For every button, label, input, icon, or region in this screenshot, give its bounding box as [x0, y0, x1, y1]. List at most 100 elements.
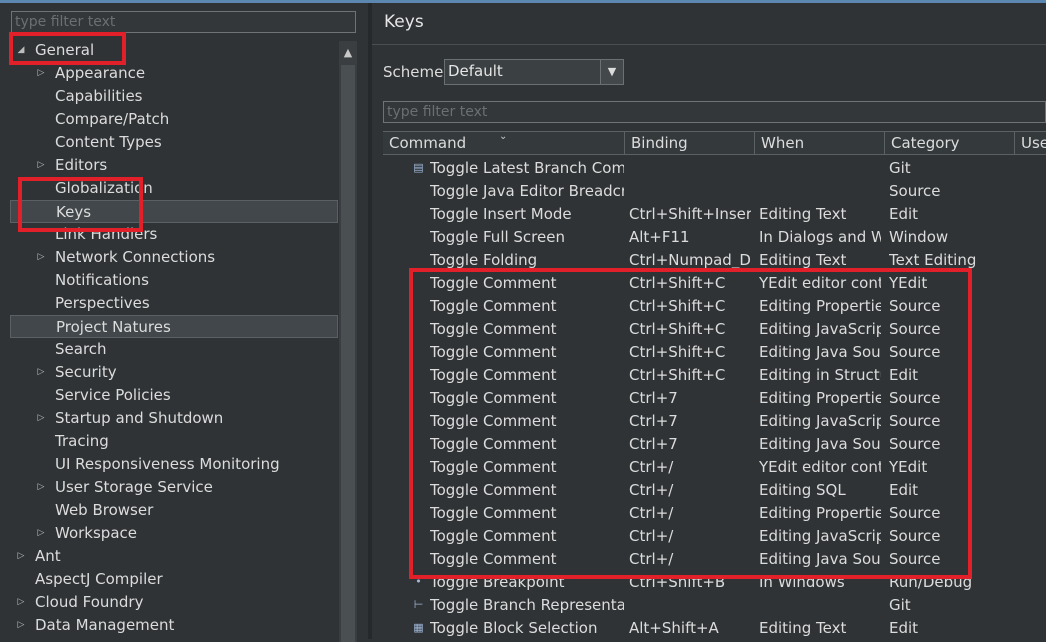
- tree-item-appearance[interactable]: ▷ Appearance: [10, 62, 338, 85]
- tree-item-network-connections[interactable]: ▷ Network Connections: [10, 246, 338, 269]
- chevron-down-icon[interactable]: ▼: [600, 60, 623, 84]
- cell-category: Source: [889, 504, 941, 522]
- tree-filter-input[interactable]: type filter text: [11, 11, 356, 33]
- cell-command: Toggle Folding: [430, 251, 538, 269]
- tree-item-content-types[interactable]: Content Types: [10, 131, 338, 154]
- column-header-binding[interactable]: Binding: [625, 132, 755, 154]
- collapsed-twisty-icon[interactable]: ▷: [16, 545, 26, 568]
- collapsed-twisty-icon[interactable]: ▷: [36, 407, 46, 430]
- tree-item-search[interactable]: Search: [10, 338, 338, 361]
- collapsed-twisty-icon[interactable]: ▷: [36, 361, 46, 384]
- table-row[interactable]: ▦ Toggle Block Selection Alt+Shift+A Editin…: [383, 617, 1046, 639]
- tree-item-label: Network Connections: [55, 248, 216, 266]
- collapsed-twisty-icon[interactable]: ▷: [16, 614, 26, 637]
- tree-item-label: Cloud Foundry: [35, 593, 144, 611]
- collapsed-twisty-icon[interactable]: ▷: [36, 246, 46, 269]
- table-row[interactable]: Toggle Comment Ctrl+/ YEdit editor context…: [383, 456, 1046, 479]
- cell-when: Editing Text: [759, 619, 847, 637]
- table-row[interactable]: Toggle Comment Ctrl+7 Editing Java Source S…: [383, 433, 1046, 456]
- tree-item-web-browser[interactable]: Web Browser: [10, 499, 338, 522]
- cell-command: Toggle Comment: [430, 297, 557, 315]
- collapsed-twisty-icon[interactable]: ▷: [16, 591, 26, 614]
- cell-binding: Alt+Shift+A: [629, 619, 719, 637]
- tree-item-capabilities[interactable]: Capabilities: [10, 85, 338, 108]
- scroll-thumb[interactable]: [341, 65, 355, 642]
- table-row[interactable]: • Toggle Breakpoint Ctrl+Shift+B In Windows…: [383, 571, 1046, 594]
- table-row[interactable]: Toggle Folding Ctrl+Numpad_Divide Editing …: [383, 249, 1046, 272]
- tree-item-cloud-foundry[interactable]: ▷ Cloud Foundry: [10, 591, 338, 614]
- tree-scrollbar[interactable]: ▲: [339, 41, 357, 642]
- table-row[interactable]: Toggle Comment Ctrl+/ Editing Java Source S…: [383, 548, 1046, 571]
- tree-item-label: Keys: [56, 203, 92, 221]
- cell-command: Toggle Full Screen: [430, 228, 565, 246]
- column-header-category[interactable]: Category: [885, 132, 1015, 154]
- cell-category: Source: [889, 320, 941, 338]
- table-row[interactable]: Toggle Comment Ctrl+7 Editing Properties F…: [383, 387, 1046, 410]
- column-header-command[interactable]: Command ⌄: [383, 132, 625, 154]
- collapsed-twisty-icon[interactable]: ▷: [36, 154, 46, 177]
- tree-item-keys[interactable]: Keys: [10, 200, 338, 223]
- table-header: Command ⌄ Binding When Category User: [383, 131, 1046, 155]
- cell-category: Run/Debug: [889, 573, 973, 591]
- tree-item-ui-responsiveness-monitoring[interactable]: UI Responsiveness Monitoring: [10, 453, 338, 476]
- cell-binding: [629, 180, 751, 203]
- collapsed-twisty-icon[interactable]: ▷: [36, 522, 46, 545]
- tree-item-link-handlers[interactable]: Link Handlers: [10, 223, 338, 246]
- cell-when: Editing in Structured Text Editors: [759, 366, 881, 384]
- tree-item-label: Perspectives: [55, 294, 150, 312]
- tree-item-tracing[interactable]: Tracing: [10, 430, 338, 453]
- tree-item-aspectj-compiler[interactable]: AspectJ Compiler: [10, 568, 338, 591]
- table-row[interactable]: Toggle Comment Ctrl+/ Editing Properties F…: [383, 502, 1046, 525]
- tree-item-notifications[interactable]: Notifications: [10, 269, 338, 292]
- scroll-up-arrow-icon[interactable]: ▲: [339, 43, 357, 63]
- cell-binding: Ctrl+Shift+C: [629, 297, 726, 315]
- cell-category: Edit: [889, 366, 919, 384]
- tree-item-user-storage-service[interactable]: ▷ User Storage Service: [10, 476, 338, 499]
- table-row[interactable]: Toggle Comment Ctrl+/ Editing JavaScript S…: [383, 525, 1046, 548]
- cell-when: [759, 180, 881, 203]
- cell-command: Toggle Insert Mode: [430, 205, 572, 223]
- table-row[interactable]: Toggle Comment Ctrl+Shift+C Editing Java S…: [383, 341, 1046, 364]
- table-row[interactable]: Toggle Comment Ctrl+/ Editing SQL Edit: [383, 479, 1046, 502]
- tree-item-globalization[interactable]: Globalization: [10, 177, 338, 200]
- table-row[interactable]: ⊢ Toggle Branch Representation Git: [383, 594, 1046, 617]
- table-row[interactable]: Toggle Full Screen Alt+F11 In Dialogs and …: [383, 226, 1046, 249]
- cell-category: Source: [889, 527, 941, 545]
- tree-item-perspectives[interactable]: Perspectives: [10, 292, 338, 315]
- cell-category: Source: [889, 412, 941, 430]
- tree-item-service-policies[interactable]: Service Policies: [10, 384, 338, 407]
- table-row[interactable]: ▤ Toggle Latest Branch Commit Git: [383, 157, 1046, 180]
- cell-category: Source: [889, 182, 941, 200]
- preferences-tree: ◢ General ▷ Appearance Capabilities Compare/P…: [10, 39, 339, 639]
- tree-item-general[interactable]: ◢ General: [10, 39, 338, 62]
- tree-item-startup-and-shutdown[interactable]: ▷ Startup and Shutdown: [10, 407, 338, 430]
- tree-item-project-natures[interactable]: Project Natures: [10, 315, 338, 338]
- cell-when: Editing JavaScript Source: [759, 527, 881, 545]
- collapsed-twisty-icon[interactable]: ▷: [36, 62, 46, 85]
- table-row[interactable]: Toggle Comment Ctrl+Shift+C Editing in Str…: [383, 364, 1046, 387]
- cell-when: Editing JavaScript Source: [759, 320, 881, 338]
- scheme-select[interactable]: Default ▼: [444, 59, 624, 85]
- table-row[interactable]: Toggle Insert Mode Ctrl+Shift+Insert Editi…: [383, 203, 1046, 226]
- tree-item-label: Startup and Shutdown: [55, 409, 224, 427]
- tree-item-workspace[interactable]: ▷ Workspace: [10, 522, 338, 545]
- keys-filter-input[interactable]: type filter text: [383, 101, 1046, 123]
- cell-command: Toggle Comment: [430, 435, 557, 453]
- tree-item-security[interactable]: ▷ Security: [10, 361, 338, 384]
- column-header-user[interactable]: User: [1015, 132, 1046, 154]
- tree-item-ant[interactable]: ▷ Ant: [10, 545, 338, 568]
- tree-icon: ⊢: [413, 598, 424, 611]
- cell-category: Source: [889, 435, 941, 453]
- table-row[interactable]: Toggle Java Editor Breadcrumb Source: [383, 180, 1046, 203]
- column-header-when[interactable]: When: [755, 132, 885, 154]
- table-row[interactable]: Toggle Comment Ctrl+7 Editing JavaScript S…: [383, 410, 1046, 433]
- table-row[interactable]: Toggle Comment Ctrl+Shift+C Editing Proper…: [383, 295, 1046, 318]
- expanded-twisty-icon[interactable]: ◢: [16, 39, 26, 62]
- table-row[interactable]: Toggle Comment Ctrl+Shift+C Editing JavaSc…: [383, 318, 1046, 341]
- collapsed-twisty-icon[interactable]: ▷: [36, 476, 46, 499]
- tree-item-editors[interactable]: ▷ Editors: [10, 154, 338, 177]
- table-row[interactable]: Toggle Comment Ctrl+Shift+C YEdit editor c…: [383, 272, 1046, 295]
- tree-item-data-management[interactable]: ▷ Data Management: [10, 614, 338, 637]
- cell-command: Toggle Branch Representation: [430, 596, 624, 614]
- tree-item-compare-patch[interactable]: Compare/Patch: [10, 108, 338, 131]
